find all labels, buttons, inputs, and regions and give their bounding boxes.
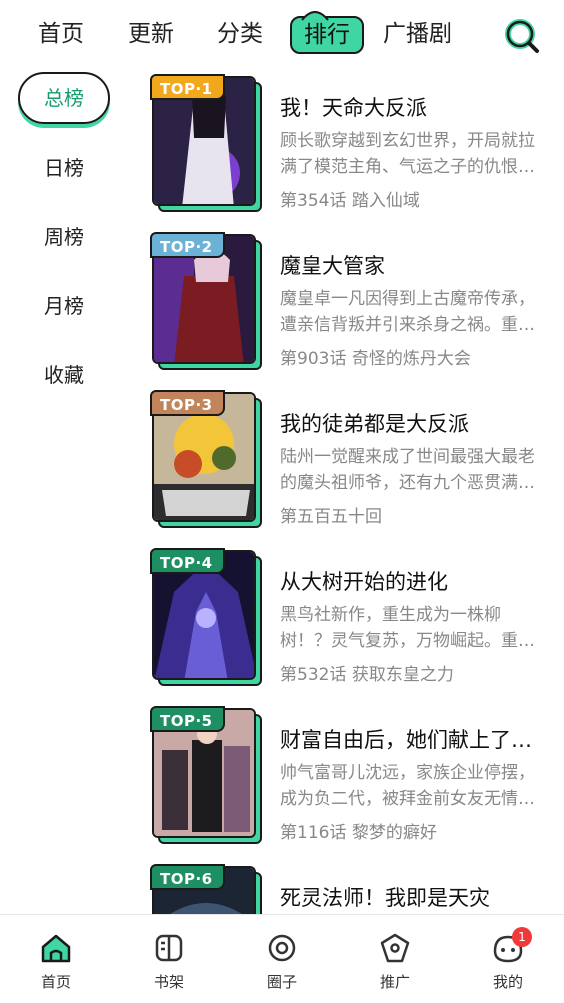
latest-chapter: 第五百五十回 <box>280 507 382 527</box>
tab-active-accent-icon <box>301 11 329 21</box>
bottom-nav-profile[interactable]: 1 我的 <box>468 927 548 992</box>
cover-frame: TOP·6 <box>150 864 262 914</box>
latest-chapter: 第532话 获取东皇之力 <box>280 665 454 685</box>
tab-radio-drama[interactable]: 广播剧 <box>383 14 452 54</box>
cover-frame: TOP·1 <box>150 74 262 212</box>
comic-title: 财富自由后，她们献上了… <box>280 728 532 752</box>
list-item[interactable]: TOP·4 从大树开始的进化 黑鸟社新作，重生成为一株柳树！？灵气复苏，万物崛起… <box>150 546 560 686</box>
comic-title: 魔皇大管家 <box>280 254 385 278</box>
bottom-nav-label: 推广 <box>379 973 410 991</box>
search-icon[interactable] <box>504 18 540 54</box>
tab-categories[interactable]: 分类 <box>217 14 263 54</box>
comic-title: 死灵法师！我即是天灾 <box>280 886 490 910</box>
bottom-nav: 首页 书架 圈子 推广 1 我的 <box>0 914 564 1003</box>
bottom-nav-label: 书架 <box>153 973 184 991</box>
rank-badge: TOP·5 <box>150 706 225 732</box>
latest-chapter: 第116话 黎梦的癖好 <box>280 823 437 843</box>
cover-frame: TOP·5 <box>150 706 262 844</box>
sidebar-item-daily[interactable]: 日榜 <box>18 142 110 194</box>
tab-updates[interactable]: 更新 <box>128 14 174 54</box>
bottom-nav-circle[interactable]: 圈子 <box>242 931 322 992</box>
list-item[interactable]: TOP·6 死灵法师！我即是天灾 <box>150 862 560 914</box>
comic-description: 魔皇卓一凡因得到上古魔帝传承，遭亲信背叛并引来杀身之祸。重… <box>280 289 535 335</box>
bookshelf-icon <box>155 934 183 962</box>
cover-frame: TOP·2 <box>150 232 262 370</box>
home-icon <box>41 934 71 963</box>
bottom-nav-label: 圈子 <box>266 973 297 991</box>
bottom-nav-promote[interactable]: 推广 <box>355 931 435 992</box>
tab-ranking-label: 排行 <box>304 22 350 48</box>
tab-ranking[interactable]: 排行 <box>290 11 364 54</box>
comic-description: 顾长歌穿越到玄幻世界，开局就拉满了模范主角、气运之子的仇恨… <box>280 131 535 177</box>
top-nav: 首页 更新 分类 排行 广播剧 <box>0 0 564 68</box>
latest-chapter: 第354话 踏入仙域 <box>280 191 420 211</box>
circle-icon <box>268 934 296 962</box>
list-item[interactable]: TOP·1 我！天命大反派 顾长歌穿越到玄幻世界，开局就拉满了模范主角、气运之子… <box>150 72 560 212</box>
comic-description: 帅气富哥儿沈远，家族企业停摆，成为负二代，被拜金前女友无情… <box>280 763 535 809</box>
sidebar-item-favorites[interactable]: 收藏 <box>18 349 110 401</box>
rank-badge: TOP·4 <box>150 548 225 574</box>
tab-home[interactable]: 首页 <box>38 14 84 54</box>
rank-badge: TOP·1 <box>150 74 225 100</box>
rank-badge: TOP·3 <box>150 390 225 416</box>
comic-description: 陆州一觉醒来成了世间最强大最老的魔头祖师爷，还有九个恶贯满… <box>280 447 535 493</box>
comic-title: 我的徒弟都是大反派 <box>280 412 469 436</box>
rank-badge: TOP·6 <box>150 864 225 890</box>
bottom-nav-bookshelf[interactable]: 书架 <box>129 931 209 992</box>
bottom-nav-label: 我的 <box>492 973 523 991</box>
latest-chapter: 第903话 奇怪的炼丹大会 <box>280 349 471 369</box>
cover-frame: TOP·4 <box>150 548 262 686</box>
notification-badge: 1 <box>512 927 532 947</box>
rank-badge: TOP·2 <box>150 232 225 258</box>
cover-frame: TOP·3 <box>150 390 262 528</box>
comic-description: 黑鸟社新作，重生成为一株柳树！？灵气复苏，万物崛起。重… <box>280 605 535 651</box>
list-item[interactable]: TOP·2 魔皇大管家 魔皇卓一凡因得到上古魔帝传承，遭亲信背叛并引来杀身之祸。… <box>150 230 560 370</box>
ranking-list: TOP·1 我！天命大反派 顾长歌穿越到玄幻世界，开局就拉满了模范主角、气运之子… <box>150 68 560 914</box>
sidebar-item-monthly[interactable]: 月榜 <box>18 280 110 332</box>
promote-icon <box>380 933 410 963</box>
list-item[interactable]: TOP·5 财富自由后，她们献上了… 帅气富哥儿沈远，家族企业停摆，成为负二代，… <box>150 704 560 844</box>
comic-title: 我！天命大反派 <box>280 96 427 120</box>
comic-title: 从大树开始的进化 <box>280 570 448 594</box>
bottom-nav-label: 首页 <box>40 973 71 991</box>
sidebar-item-overall[interactable]: 总榜 <box>18 72 110 124</box>
list-item[interactable]: TOP·3 我的徒弟都是大反派 陆州一觉醒来成了世间最强大最老的魔头祖师爷，还有… <box>150 388 560 528</box>
sidebar-item-weekly[interactable]: 周榜 <box>18 211 110 263</box>
bottom-nav-home[interactable]: 首页 <box>16 931 96 992</box>
